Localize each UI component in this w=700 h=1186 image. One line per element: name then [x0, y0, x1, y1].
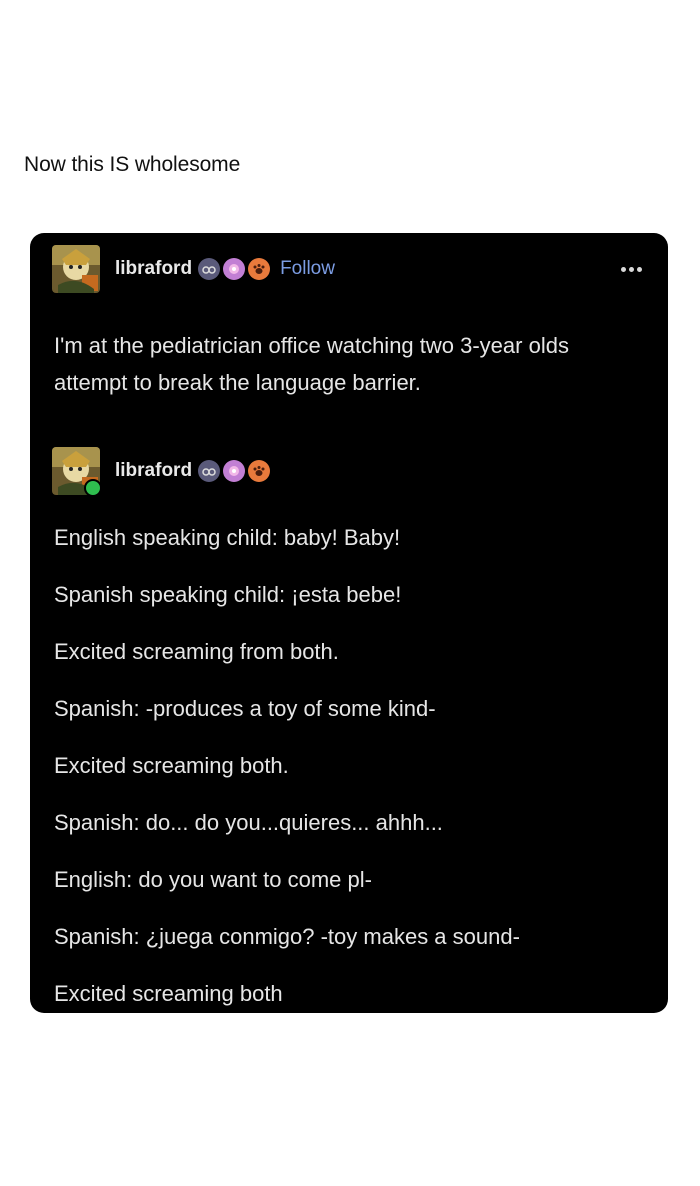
dialogue-line: Spanish: do... do you...quieres... ahhh.…: [54, 810, 443, 835]
avatar[interactable]: [52, 245, 100, 293]
dialogue-line: English speaking child: baby! Baby!: [54, 525, 401, 550]
glasses-badge-icon: [198, 460, 221, 482]
user-badges: [198, 258, 271, 280]
dialogue-line: Excited screaming both.: [54, 753, 289, 778]
avatar-image: [52, 245, 100, 293]
dialogue-line: Spanish: ¿juega conmigo? -toy makes a so…: [54, 924, 520, 949]
online-status-icon: [84, 479, 102, 497]
dialogue-line: Excited screaming both: [54, 981, 283, 1006]
post-caption: Now this IS wholesome: [24, 153, 241, 176]
reblog-header: libraford: [52, 447, 652, 497]
pink-flower-badge-icon: [223, 258, 246, 280]
more-options-icon[interactable]: [621, 245, 642, 293]
post-header: libraford Follow: [52, 245, 652, 293]
dialogue-line: English: do you want to come pl-: [54, 867, 372, 892]
post-body-text: I'm at the pediatrician office watching …: [54, 333, 569, 395]
dialogue-line: Excited screaming from both.: [54, 639, 339, 664]
pink-flower-badge-icon: [223, 460, 246, 482]
username[interactable]: libraford: [115, 258, 192, 280]
avatar[interactable]: [52, 447, 102, 497]
glasses-badge-icon: [198, 258, 221, 280]
paw-badge-icon: [248, 258, 271, 280]
paw-badge-icon: [248, 460, 271, 482]
follow-button[interactable]: Follow: [280, 258, 335, 280]
dialogue-line: Spanish speaking child: ¡esta bebe!: [54, 582, 402, 607]
reblog-username[interactable]: libraford: [115, 460, 192, 482]
user-badges: [198, 460, 271, 482]
tumblr-post-card: libraford Follow I'm at the pediatrician…: [30, 233, 668, 1013]
dialogue-line: Spanish: -produces a toy of some kind-: [54, 696, 436, 721]
reblog-body: English speaking child: baby! Baby! Span…: [54, 521, 644, 1013]
